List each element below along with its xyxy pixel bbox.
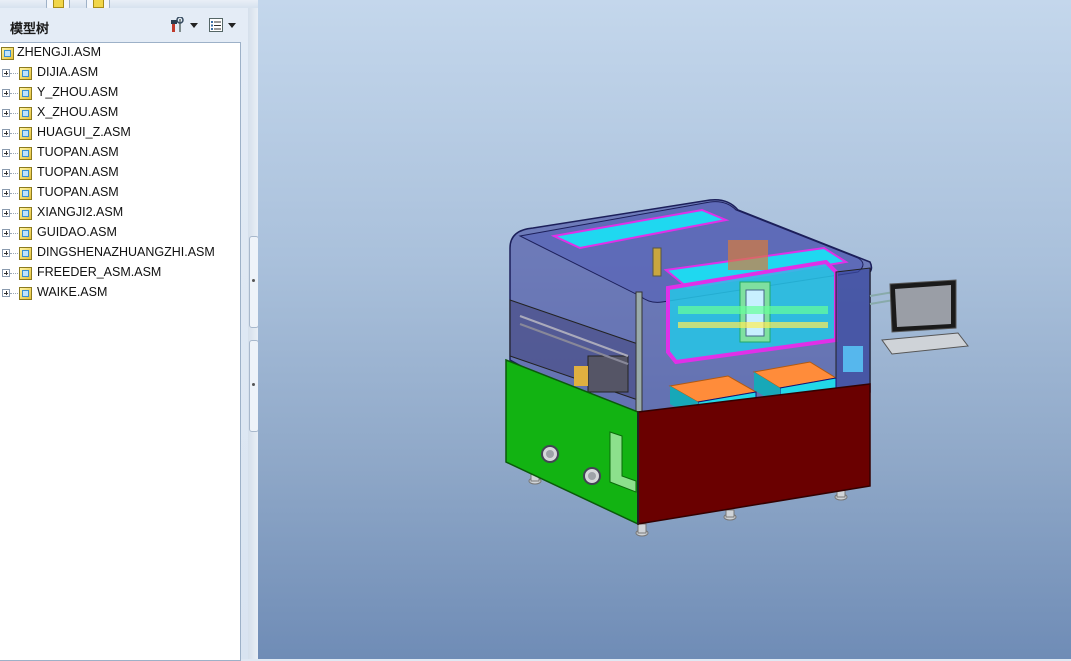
tree-item[interactable]: XIANGJI2.ASM: [0, 203, 238, 223]
assembly-icon: [19, 87, 32, 100]
tree-item-label: X_ZHOU.ASM: [37, 105, 119, 119]
star-folder-icon: [93, 0, 104, 8]
tree-item[interactable]: DIJIA.ASM: [0, 63, 238, 83]
folder-icon: [53, 0, 64, 8]
tree-item-label: TUOPAN.ASM: [37, 165, 119, 179]
expand-icon[interactable]: [2, 209, 10, 217]
tree-item-label: WAIKE.ASM: [37, 285, 108, 299]
expand-icon[interactable]: [2, 149, 10, 157]
panel-splitter[interactable]: [248, 8, 259, 659]
tree-columns-icon: [208, 17, 224, 33]
tree-item[interactable]: HUAGUI_Z.ASM: [0, 123, 238, 143]
expand-icon[interactable]: [2, 269, 10, 277]
assembly-model-render: [505, 198, 969, 537]
tree-connector: [10, 273, 18, 274]
tree-item[interactable]: GUIDAO.ASM: [0, 223, 238, 243]
assembly-icon: [19, 107, 32, 120]
assembly-icon: [19, 67, 32, 80]
tree-item-label: HUAGUI_Z.ASM: [37, 125, 131, 139]
tree-item-label: XIANGJI2.ASM: [37, 205, 124, 219]
tree-item[interactable]: TUOPAN.ASM: [0, 143, 238, 163]
tree-item-label: TUOPAN.ASM: [37, 185, 119, 199]
tree-connector: [10, 113, 18, 114]
model-tree-panel: 模型树 ZHENGJI.ASM DIJIA.ASM Y_ZHOU.ASM X_Z…: [0, 8, 248, 661]
tree-item-label: DINGSHENAZHUANGZHI.ASM: [37, 245, 215, 259]
assembly-icon: [19, 227, 32, 240]
tree-connector: [10, 293, 18, 294]
expand-icon[interactable]: [2, 169, 10, 177]
assembly-icon: [19, 147, 32, 160]
tree-item[interactable]: TUOPAN.ASM: [0, 183, 238, 203]
model-tree[interactable]: ZHENGJI.ASM DIJIA.ASM Y_ZHOU.ASM X_ZHOU.AS…: [0, 42, 241, 661]
assembly-icon: [19, 267, 32, 280]
settings-dropdown-button[interactable]: [170, 15, 200, 35]
expand-icon[interactable]: [2, 129, 10, 137]
tree-item[interactable]: Y_ZHOU.ASM: [0, 83, 238, 103]
graphics-viewport[interactable]: [258, 0, 1071, 659]
tree-root-row[interactable]: ZHENGJI.ASM: [0, 43, 238, 63]
assembly-icon: [19, 127, 32, 140]
tree-connector: [10, 73, 18, 74]
chevron-down-icon: [228, 22, 236, 28]
panel-header: 模型树: [0, 8, 248, 42]
tools-icon: [170, 16, 186, 33]
tree-item[interactable]: X_ZHOU.ASM: [0, 103, 238, 123]
tree-item[interactable]: DINGSHENAZHUANGZHI.ASM: [0, 243, 238, 263]
tree-root-label: ZHENGJI.ASM: [17, 45, 102, 59]
expand-icon[interactable]: [2, 289, 10, 297]
assembly-icon: [19, 287, 32, 300]
tree-connector: [10, 93, 18, 94]
tree-item[interactable]: WAIKE.ASM: [0, 283, 238, 303]
tree-item-label: DIJIA.ASM: [37, 65, 99, 79]
tree-item-label: Y_ZHOU.ASM: [37, 85, 119, 99]
chevron-down-icon: [190, 22, 198, 28]
expand-icon[interactable]: [2, 189, 10, 197]
show-dropdown-button[interactable]: [208, 15, 238, 35]
assembly-icon: [19, 207, 32, 220]
tree-connector: [10, 173, 18, 174]
tree-connector: [10, 253, 18, 254]
tree-item-label: GUIDAO.ASM: [37, 225, 117, 239]
assembly-icon: [1, 47, 14, 60]
expand-icon[interactable]: [2, 229, 10, 237]
expand-icon[interactable]: [2, 69, 10, 77]
tree-item[interactable]: TUOPAN.ASM: [0, 163, 238, 183]
tree-item-label: TUOPAN.ASM: [37, 145, 119, 159]
assembly-icon: [19, 187, 32, 200]
tree-connector: [10, 153, 18, 154]
tree-item-label: FREEDER_ASM.ASM: [37, 265, 162, 279]
assembly-icon: [19, 247, 32, 260]
tree-connector: [10, 233, 18, 234]
panel-title: 模型树: [10, 22, 50, 37]
expand-icon[interactable]: [2, 89, 10, 97]
tree-connector: [10, 193, 18, 194]
tree-connector: [10, 133, 18, 134]
expand-icon[interactable]: [2, 109, 10, 117]
top-tab-strip: [0, 0, 258, 10]
expand-icon[interactable]: [2, 249, 10, 257]
tree-item[interactable]: FREEDER_ASM.ASM: [0, 263, 238, 283]
tree-connector: [10, 213, 18, 214]
assembly-icon: [19, 167, 32, 180]
